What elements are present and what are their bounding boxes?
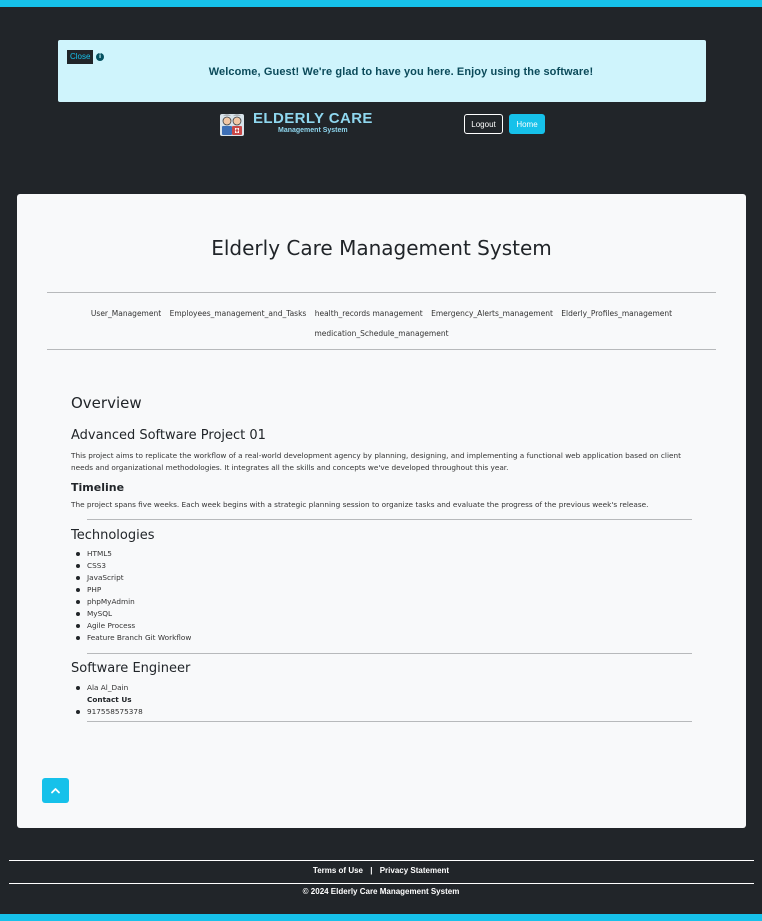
list-item: JavaScript xyxy=(75,572,191,584)
technologies-heading: Technologies xyxy=(71,528,155,543)
info-circle-icon: i xyxy=(96,53,104,61)
list-item: PHP xyxy=(75,584,191,596)
overview-heading: Overview xyxy=(71,394,142,412)
welcome-message: Welcome, Guest! We're glad to have you h… xyxy=(208,66,594,78)
list-item: MySQL xyxy=(75,608,191,620)
engineer-list: Ala Al_Dain Contact Us 917558575378 xyxy=(76,682,143,718)
welcome-alert: Close i Welcome, Guest! We're glad to ha… xyxy=(58,40,706,102)
privacy-link[interactable]: Privacy Statement xyxy=(380,866,449,875)
footer-links: Terms of Use | Privacy Statement xyxy=(0,866,762,875)
terms-link[interactable]: Terms of Use xyxy=(313,866,363,875)
footer-separator: | xyxy=(370,866,373,875)
project-description: This project aims to replicate the workf… xyxy=(71,451,681,472)
top-accent-bar xyxy=(0,0,762,7)
divider xyxy=(47,292,716,293)
contact-label: Contact Us xyxy=(87,695,132,704)
list-item: CSS3 xyxy=(75,560,191,572)
nav-link-elderly-profiles[interactable]: Elderly_Profiles_management xyxy=(561,309,672,318)
timeline-description: The project spans five weeks. Each week … xyxy=(71,500,649,509)
engineer-heading: Software Engineer xyxy=(71,661,191,676)
divider xyxy=(47,349,716,350)
scroll-to-top-button[interactable] xyxy=(42,778,69,803)
chevron-up-icon xyxy=(51,788,60,794)
nav-link-employees-tasks[interactable]: Employees_management_and_Tasks xyxy=(170,309,307,318)
copyright: © 2024 Elderly Care Management System xyxy=(302,887,460,896)
engineer-name: Ala Al_Dain xyxy=(76,682,143,694)
timeline-heading: Timeline xyxy=(71,481,125,494)
nav-link-medication-schedule[interactable]: medication_Schedule_management xyxy=(314,329,448,338)
list-item: phpMyAdmin xyxy=(75,596,191,608)
list-item: HTML5 xyxy=(75,548,191,560)
elderly-care-logo-icon xyxy=(220,114,244,136)
nav-link-user-management[interactable]: User_Management xyxy=(91,309,161,318)
main-card: Elderly Care Management System User_Mana… xyxy=(17,194,746,828)
module-nav: User_Management Employees_management_and… xyxy=(47,304,716,344)
nav-link-health-records[interactable]: health_records management xyxy=(315,309,423,318)
footer-divider xyxy=(9,883,754,884)
divider xyxy=(87,519,692,520)
alert-close-button[interactable]: Close xyxy=(67,50,94,64)
brand-title: ELDERLY CARE xyxy=(253,110,373,127)
divider xyxy=(87,721,692,722)
home-button[interactable]: Home xyxy=(509,114,545,134)
bottom-accent-bar xyxy=(0,914,762,921)
project-heading: Advanced Software Project 01 xyxy=(71,428,266,443)
page-title: Elderly Care Management System xyxy=(211,236,552,260)
divider xyxy=(87,653,692,654)
logout-button[interactable]: Logout xyxy=(464,114,503,134)
phone-number: 917558575378 xyxy=(76,707,143,716)
footer-divider xyxy=(9,860,754,861)
nav-link-emergency-alerts[interactable]: Emergency_Alerts_management xyxy=(431,309,553,318)
list-item: Agile Process xyxy=(75,620,191,632)
brand-subtitle: Management System xyxy=(278,127,348,134)
technologies-list: HTML5 CSS3 JavaScript PHP phpMyAdmin MyS… xyxy=(75,548,192,644)
list-item: Feature Branch Git Workflow xyxy=(75,633,192,642)
